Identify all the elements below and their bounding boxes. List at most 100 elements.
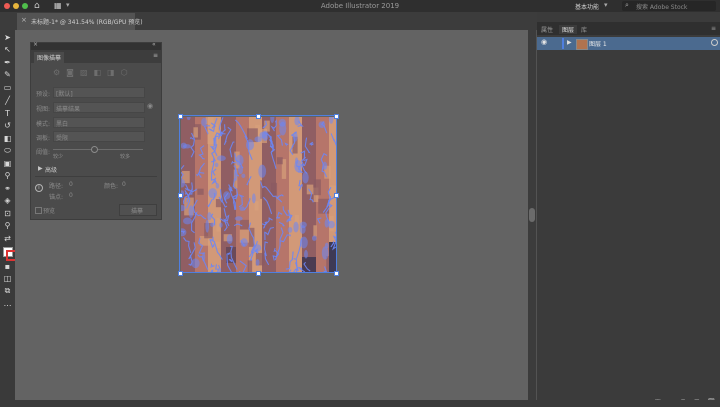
selection-handle[interactable] bbox=[178, 271, 183, 276]
stock-search-placeholder: 搜索 Adobe Stock bbox=[636, 4, 688, 11]
layer-name[interactable]: 图层 1 bbox=[589, 39, 607, 48]
high-color-icon[interactable]: ◙ bbox=[66, 68, 80, 77]
anchors-label: 锚点: bbox=[49, 194, 64, 201]
collapse-icon[interactable]: « bbox=[152, 41, 156, 48]
selection-handle[interactable] bbox=[334, 114, 339, 119]
grayscale-icon[interactable]: ◧ bbox=[94, 68, 108, 77]
screen-mode-icon[interactable]: ⧉ bbox=[2, 285, 13, 296]
divider bbox=[35, 176, 157, 177]
selection-handle[interactable] bbox=[334, 271, 339, 276]
close-icon[interactable]: × bbox=[21, 16, 27, 24]
view-select[interactable]: 描摹结果 bbox=[53, 102, 145, 113]
layer-row[interactable] bbox=[537, 37, 720, 50]
preview-checkbox[interactable] bbox=[35, 207, 42, 214]
advanced-label[interactable]: 高级 bbox=[45, 165, 57, 174]
selection-handle[interactable] bbox=[256, 114, 261, 119]
black-white-icon[interactable]: ◨ bbox=[107, 68, 121, 77]
layers-panel bbox=[537, 12, 720, 400]
layer-target-icon[interactable] bbox=[711, 39, 718, 46]
auto-color-icon[interactable]: ⚙ bbox=[53, 68, 66, 77]
threshold-slider-thumb[interactable] bbox=[90, 146, 98, 153]
close-icon[interactable]: × bbox=[33, 41, 38, 48]
more-tools-icon[interactable]: ⋯ bbox=[2, 300, 13, 311]
palette-label: 调板: bbox=[36, 135, 51, 142]
colors-label: 颜色: bbox=[104, 183, 119, 190]
threshold-max-label: 较多 bbox=[120, 154, 131, 160]
layer-thumbnail bbox=[576, 39, 588, 50]
image-trace-panel: × « 图像描摹 ≡ ⚙◙▨◧◨⬡ 预设: [默认] 视图: 描摹结果 ◉ 模式… bbox=[30, 41, 162, 220]
preset-label: 预设: bbox=[36, 91, 51, 98]
palette-value: 受限 bbox=[56, 135, 69, 142]
anchors-value: 0 bbox=[69, 192, 73, 199]
selection-bounding-box bbox=[179, 115, 337, 273]
preset-icons-row: ⚙◙▨◧◨⬡ bbox=[53, 68, 153, 79]
layer-color-bar bbox=[562, 38, 564, 49]
palette-select[interactable]: 受限 bbox=[53, 131, 145, 142]
chevron-down-icon[interactable]: ▾ bbox=[604, 1, 608, 9]
preset-value: [默认] bbox=[56, 91, 73, 98]
panel-tab-row: 图像描摹 ≡ bbox=[31, 50, 161, 63]
threshold-min-label: 较少 bbox=[53, 154, 64, 160]
view-value: 描摹结果 bbox=[56, 106, 81, 113]
tab-libraries[interactable]: 库 bbox=[581, 25, 587, 34]
type-tool-icon[interactable]: T bbox=[2, 108, 13, 119]
direct-selection-tool-icon[interactable]: ↖ bbox=[2, 44, 13, 55]
stock-search-input[interactable]: ⌕ 搜索 Adobe Stock bbox=[622, 1, 716, 11]
swap-colors-icon[interactable]: ⇄ bbox=[2, 233, 13, 244]
paths-label: 路径: bbox=[49, 183, 64, 190]
panel-drag-bar[interactable]: × « bbox=[31, 41, 161, 50]
shaper-tool-icon[interactable]: ⬭ bbox=[2, 145, 13, 156]
curvature-tool-icon[interactable]: ✎ bbox=[2, 69, 13, 80]
panel-menu-icon[interactable]: ≡ bbox=[153, 52, 158, 59]
selection-handle[interactable] bbox=[334, 193, 339, 198]
blend-tool-icon[interactable]: ⚭ bbox=[2, 183, 13, 194]
threshold-slider-track[interactable] bbox=[53, 149, 143, 150]
tab-properties[interactable]: 属性 bbox=[541, 25, 553, 34]
search-icon: ⌕ bbox=[625, 1, 629, 9]
paths-value: 0 bbox=[69, 181, 73, 188]
trace-button-label: 描摹 bbox=[131, 208, 144, 215]
info-icon: i bbox=[35, 184, 43, 192]
gradient-tool-icon[interactable]: ▣ bbox=[2, 158, 13, 169]
document-tab-label: 未标题-1* @ 341.54% (RGB/GPU 预览) bbox=[31, 19, 143, 26]
outline-icon[interactable]: ⬡ bbox=[121, 68, 134, 77]
expand-layer-icon[interactable]: ▶ bbox=[567, 39, 572, 46]
selection-handle[interactable] bbox=[256, 271, 261, 276]
tab-layers[interactable]: 图层 bbox=[559, 25, 578, 34]
workspace-switcher[interactable]: 基本功能 bbox=[575, 2, 599, 11]
app-title: Adobe Illustrator 2019 bbox=[320, 2, 400, 10]
rectangle-tool-icon[interactable]: ▭ bbox=[2, 82, 13, 93]
mode-select[interactable]: 黑白 bbox=[53, 117, 145, 128]
zoom-tool-icon[interactable]: ⚲ bbox=[2, 220, 13, 231]
threshold-label: 阈值: bbox=[36, 149, 51, 156]
view-label: 视图: bbox=[36, 106, 51, 113]
shape-builder-tool-icon[interactable]: ◈ bbox=[2, 195, 13, 206]
artboard-tool-icon[interactable]: ⊡ bbox=[2, 208, 13, 219]
layers-panel-tabs: 属性 图层 库 ≡ bbox=[537, 22, 720, 35]
eraser-tool-icon[interactable]: ◧ bbox=[2, 133, 13, 144]
eyedropper-tool-icon[interactable]: ⚲ bbox=[2, 170, 13, 181]
paintbrush-tool-icon[interactable]: ╱ bbox=[2, 95, 13, 106]
advanced-disclosure-icon[interactable]: ▶ bbox=[38, 165, 43, 172]
mode-value: 黑白 bbox=[56, 121, 69, 128]
title-bar: ⌂ ▦ ▾ Adobe Illustrator 2019 基本功能 ▾ ⌕ 搜索… bbox=[0, 0, 720, 12]
rotate-tool-icon[interactable]: ↺ bbox=[2, 120, 13, 131]
trace-button[interactable]: 描摹 bbox=[119, 204, 157, 216]
eye-icon[interactable]: ◉ bbox=[147, 102, 153, 110]
color-mode-icon[interactable]: ▪ bbox=[2, 261, 13, 272]
selection-tool-icon[interactable]: ➤ bbox=[2, 32, 13, 43]
mode-label: 模式: bbox=[36, 121, 51, 128]
panel-menu-icon[interactable]: ≡ bbox=[711, 25, 716, 32]
preset-select[interactable]: [默认] bbox=[53, 87, 145, 98]
drawing-mode-icon[interactable]: ◫ bbox=[2, 273, 13, 284]
pen-tool-icon[interactable]: ✒ bbox=[2, 57, 13, 68]
low-color-icon[interactable]: ▨ bbox=[80, 68, 94, 77]
panel-title[interactable]: 图像描摹 bbox=[34, 52, 65, 63]
preview-label: 预览 bbox=[43, 208, 56, 215]
vertical-scroll-thumb[interactable] bbox=[529, 208, 535, 222]
visibility-eye-icon[interactable]: ◉ bbox=[541, 38, 547, 46]
colors-value: 0 bbox=[122, 181, 126, 188]
selection-handle[interactable] bbox=[178, 193, 183, 198]
selection-handle[interactable] bbox=[178, 114, 183, 119]
document-tab[interactable]: × 未标题-1* @ 341.54% (RGB/GPU 预览) bbox=[17, 13, 143, 30]
